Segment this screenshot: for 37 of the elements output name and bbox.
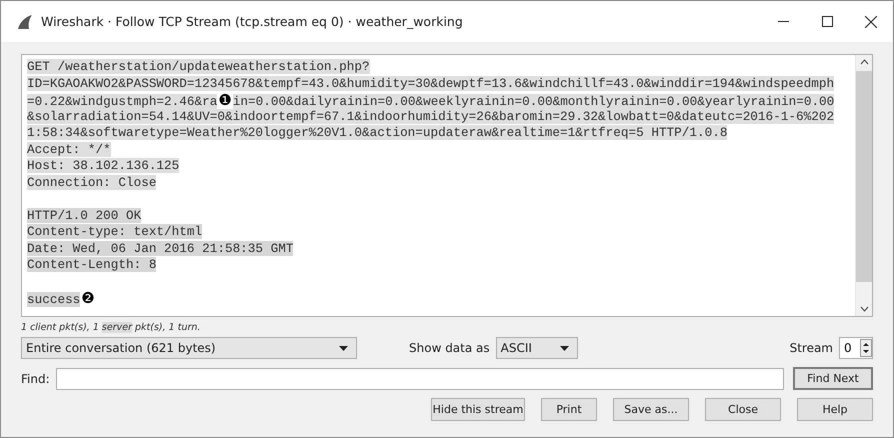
scrollbar-thumb[interactable] xyxy=(856,71,872,282)
find-next-button[interactable]: Find Next xyxy=(793,367,873,390)
dialog-button[interactable]: Print xyxy=(541,398,597,421)
find-label: Find: xyxy=(21,372,50,386)
stream-label: Stream xyxy=(790,341,833,355)
stream-text: Content-Length: 8 xyxy=(27,257,156,272)
stream-text: Connection: Close xyxy=(27,174,156,190)
dropdown-caret-icon xyxy=(339,346,348,350)
spin-arrows-icon xyxy=(860,339,872,357)
dialog-button[interactable]: Hide this stream xyxy=(431,398,525,421)
dropdown-caret-icon xyxy=(560,346,569,350)
window-title: Wireshark · Follow TCP Stream (tcp.stream eq 0) · weather_working xyxy=(41,14,464,29)
stream-text: GET /weatherstation/updateweatherstation.php? xyxy=(27,59,370,74)
show-data-as-label: Show data as xyxy=(409,341,490,355)
stream-text: HTTP/1.0 200 OK xyxy=(27,208,142,222)
find-field[interactable] xyxy=(56,368,784,390)
callout-number: ❷ xyxy=(81,289,95,307)
shark-fin-icon xyxy=(17,14,33,28)
stream-text: 1:58:34&softwaretype=Weather%20logger%20V1.0&action=updateraw&realtime=1&rtfreq=5 HTTP/1.0.8 xyxy=(27,125,728,140)
stream-text: Content-type: text/html xyxy=(27,224,202,239)
conversation-select[interactable]: Entire conversation (621 bytes) xyxy=(21,337,357,359)
stream-text-area[interactable] xyxy=(21,54,873,317)
stream-text: success xyxy=(27,292,80,307)
stream-text: &solarradiation=54.14&UV=0&indoortempf=67.1&indoorhumidity=26&baromin=29.32&lowbatt=0&dateutc=2016-1-6%202 xyxy=(27,108,834,124)
stream-text: ID=KGAOAKWO2&PASSWORD=12345678&tempf=43.0&humidity=30&dewptf=13.6&windchillf=43.0&winddir=194&windspeedmph xyxy=(27,76,834,90)
stream-text: Date: Wed, 06 Jan 2016 21:58:35 GMT xyxy=(27,240,294,256)
stream-spinbox[interactable]: 0 xyxy=(839,337,873,359)
stream-text: in=0.00&dailyrainin=0.00&weeklyrainin=0.00&monthlyrainin=0.00&yearlyrainin=0.00 xyxy=(232,94,834,109)
data-format-select[interactable]: ASCII xyxy=(496,337,578,359)
stream-text: Accept: */* xyxy=(27,142,111,156)
stream-summary: 1 client pkt(s), 1 server pkt(s), 1 turn. xyxy=(21,322,202,333)
dialog-button[interactable]: Help xyxy=(797,398,873,421)
callout-number: ❶ xyxy=(218,91,232,109)
dialog-button[interactable]: Close xyxy=(705,398,781,421)
stream-text: =0.22&windgustmph=2.46&ra xyxy=(27,94,218,109)
stream-text: Host: 38.102.136.125 xyxy=(27,158,180,173)
dialog-button[interactable]: Save as... xyxy=(613,398,689,421)
